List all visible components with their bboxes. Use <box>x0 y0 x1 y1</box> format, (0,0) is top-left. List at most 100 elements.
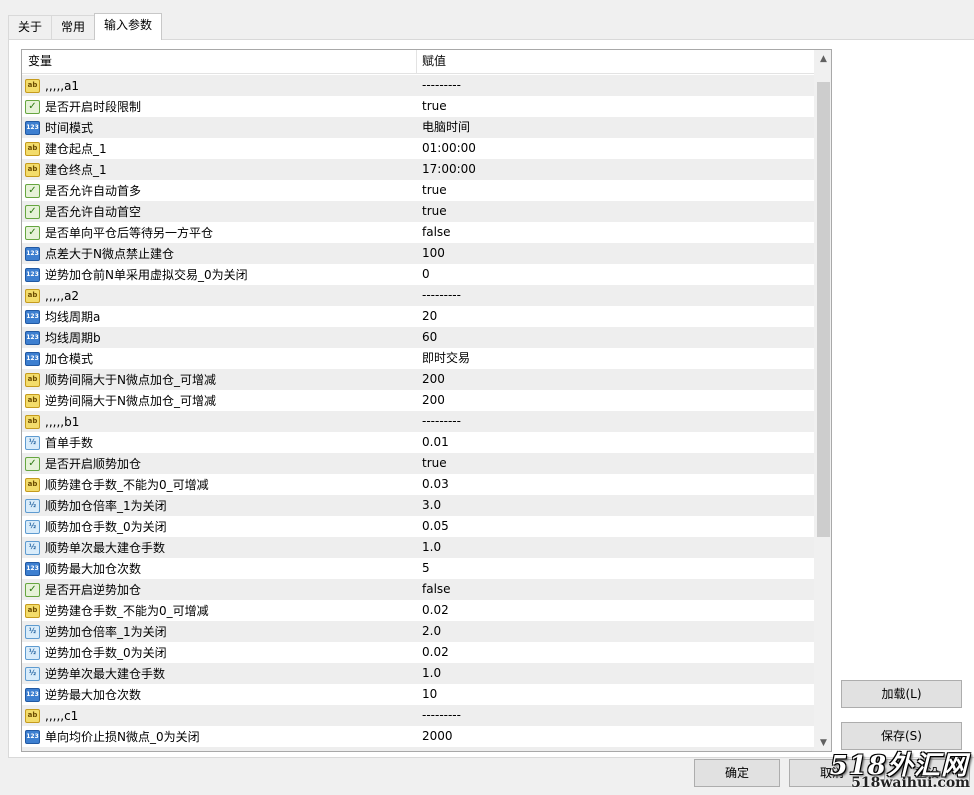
variable-name: ,,,,,b1 <box>45 414 80 429</box>
value-cell[interactable]: --------- <box>417 411 814 432</box>
value-cell[interactable]: --------- <box>417 75 814 96</box>
column-header-variable[interactable]: 变量 <box>22 50 417 74</box>
value-cell[interactable]: 0.05 <box>417 516 814 537</box>
table-row[interactable]: ab 建仓终点_1 17:00:00 <box>22 159 814 180</box>
string-type-icon: ab <box>25 372 40 387</box>
value-cell[interactable]: true <box>417 180 814 201</box>
table-row[interactable]: 123 时间模式 电脑时间 <box>22 117 814 138</box>
value-cell[interactable]: 100 <box>417 243 814 264</box>
table-row[interactable]: ab ,,,,,c1 --------- <box>22 705 814 726</box>
value-cell[interactable]: true <box>417 201 814 222</box>
table-row[interactable]: ab 顺势建仓手数_不能为0_可增减 0.03 <box>22 474 814 495</box>
variable-cell: 123 单向均价止损N微点_0为关闭 <box>22 726 417 747</box>
save-button[interactable]: 保存(S) <box>841 722 962 750</box>
value-cell[interactable]: 2.0 <box>417 621 814 642</box>
table-row[interactable]: 123 单向均价止盈N微点_0为关闭 <box>22 747 814 751</box>
parameters-grid: 变量 赋值 ab ,,,,,a1 --------- ✓ 是否开启时段限制 true 123… <box>21 49 832 752</box>
value-cell[interactable]: 200 <box>417 369 814 390</box>
table-row[interactable]: ab ,,,,,a2 --------- <box>22 285 814 306</box>
variable-name: 顺势建仓手数_不能为0_可增减 <box>45 478 209 492</box>
table-row[interactable]: ✓ 是否允许自动首多 true <box>22 180 814 201</box>
value-cell[interactable]: 3.0 <box>417 495 814 516</box>
value-cell[interactable]: true <box>417 453 814 474</box>
value-cell[interactable]: 1.0 <box>417 537 814 558</box>
value-cell[interactable]: 2000 <box>417 726 814 747</box>
double-type-icon: ½ <box>25 666 40 681</box>
variable-cell: ✓ 是否允许自动首多 <box>22 180 417 201</box>
variable-cell: ½ 顺势加仓倍率_1为关闭 <box>22 495 417 516</box>
value-cell[interactable]: 17:00:00 <box>417 159 814 180</box>
table-row[interactable]: ½ 顺势加仓手数_0为关闭 0.05 <box>22 516 814 537</box>
table-row[interactable]: ½ 逆势单次最大建仓手数 1.0 <box>22 663 814 684</box>
cancel-button[interactable]: 取消 <box>789 759 875 787</box>
table-row[interactable]: ✓ 是否开启逆势加仓 false <box>22 579 814 600</box>
table-row[interactable]: 123 均线周期a 20 <box>22 306 814 327</box>
load-button[interactable]: 加载(L) <box>841 680 962 708</box>
value-cell[interactable]: 10 <box>417 684 814 705</box>
value-cell[interactable]: 1.0 <box>417 663 814 684</box>
integer-type-icon: 123 <box>25 561 40 576</box>
value-cell[interactable]: 60 <box>417 327 814 348</box>
value-cell[interactable]: 01:00:00 <box>417 138 814 159</box>
table-row[interactable]: ½ 首单手数 0.01 <box>22 432 814 453</box>
vertical-scrollbar[interactable]: ▲ ▼ <box>814 50 831 751</box>
value-cell[interactable]: 0 <box>417 264 814 285</box>
table-row[interactable]: ✓ 是否开启时段限制 true <box>22 96 814 117</box>
bool-type-icon: ✓ <box>25 456 40 471</box>
value-cell[interactable]: 20 <box>417 306 814 327</box>
table-row[interactable]: ½ 顺势单次最大建仓手数 1.0 <box>22 537 814 558</box>
value-cell[interactable]: 即时交易 <box>417 348 814 369</box>
value-cell[interactable]: 0.02 <box>417 600 814 621</box>
value-cell[interactable]: --------- <box>417 285 814 306</box>
value-cell[interactable]: false <box>417 222 814 243</box>
value-cell[interactable]: --------- <box>417 705 814 726</box>
table-row[interactable]: 123 加仓模式 即时交易 <box>22 348 814 369</box>
table-row[interactable]: 123 均线周期b 60 <box>22 327 814 348</box>
double-type-icon: ½ <box>25 540 40 555</box>
table-row[interactable]: 123 顺势最大加仓次数 5 <box>22 558 814 579</box>
table-row[interactable]: ab 逆势间隔大于N微点加仓_可增减 200 <box>22 390 814 411</box>
value-cell[interactable]: true <box>417 96 814 117</box>
table-row[interactable]: ab 逆势建仓手数_不能为0_可增减 0.02 <box>22 600 814 621</box>
variable-name: 顺势加仓手数_0为关闭 <box>45 520 167 534</box>
value-cell[interactable]: 0.02 <box>417 642 814 663</box>
table-row[interactable]: ✓ 是否单向平仓后等待另一方平仓 false <box>22 222 814 243</box>
table-row[interactable]: 123 逆势加仓前N单采用虚拟交易_0为关闭 0 <box>22 264 814 285</box>
table-row[interactable]: ab 建仓起点_1 01:00:00 <box>22 138 814 159</box>
scrollbar-thumb[interactable] <box>817 82 830 537</box>
table-row[interactable]: ½ 逆势加仓手数_0为关闭 0.02 <box>22 642 814 663</box>
tab-common[interactable]: 常用 <box>51 15 96 39</box>
ok-button[interactable]: 确定 <box>694 759 780 787</box>
table-row[interactable]: 123 点差大于N微点禁止建仓 100 <box>22 243 814 264</box>
scroll-down-arrow-icon[interactable]: ▼ <box>815 734 831 751</box>
value-cell[interactable]: false <box>417 579 814 600</box>
table-row[interactable]: ½ 逆势加仓倍率_1为关闭 2.0 <box>22 621 814 642</box>
table-row[interactable]: ½ 顺势加仓倍率_1为关闭 3.0 <box>22 495 814 516</box>
tab-inputs[interactable]: 输入参数 <box>94 13 163 40</box>
table-row[interactable]: 123 单向均价止损N微点_0为关闭 2000 <box>22 726 814 747</box>
double-type-icon: ½ <box>25 645 40 660</box>
scroll-up-arrow-icon[interactable]: ▲ <box>815 50 831 67</box>
value-cell[interactable] <box>417 747 814 751</box>
variable-cell: ab ,,,,,c1 <box>22 705 417 726</box>
value-cell[interactable]: 0.03 <box>417 474 814 495</box>
tab-about[interactable]: 关于 <box>8 15 53 39</box>
double-type-icon: ½ <box>25 435 40 450</box>
table-row[interactable]: ✓ 是否允许自动首空 true <box>22 201 814 222</box>
value-cell[interactable]: 200 <box>417 390 814 411</box>
table-row[interactable]: ✓ 是否开启顺势加仓 true <box>22 453 814 474</box>
reset-button[interactable]: 重设 <box>884 759 970 787</box>
value-cell[interactable]: 0.01 <box>417 432 814 453</box>
table-row[interactable]: ab 顺势间隔大于N微点加仓_可增减 200 <box>22 369 814 390</box>
table-row[interactable]: 123 逆势最大加仓次数 10 <box>22 684 814 705</box>
variable-name: ,,,,,a2 <box>45 288 80 303</box>
column-header-value[interactable]: 赋值 <box>417 50 814 74</box>
value-cell[interactable]: 5 <box>417 558 814 579</box>
table-row[interactable]: ab ,,,,,b1 --------- <box>22 411 814 432</box>
integer-type-icon: 123 <box>25 351 40 366</box>
value-cell[interactable]: 电脑时间 <box>417 117 814 138</box>
table-row[interactable]: ab ,,,,,a1 --------- <box>22 75 814 96</box>
variable-cell: ab 顺势间隔大于N微点加仓_可增减 <box>22 369 417 390</box>
tab-strip: 关于 常用 输入参数 <box>8 13 163 40</box>
variable-name: 顺势单次最大建仓手数 <box>45 541 166 555</box>
